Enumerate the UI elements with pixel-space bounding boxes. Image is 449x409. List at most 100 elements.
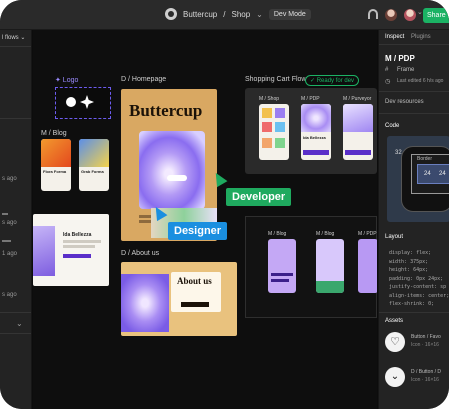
card-image: [79, 139, 109, 167]
radius-value: 32: [395, 150, 402, 156]
code-line: height: 64px;: [389, 267, 429, 273]
divider: [0, 312, 31, 313]
code-line: align-items: center;: [389, 292, 449, 299]
designer-cursor-tag: Designer: [168, 222, 228, 240]
product-image: [275, 108, 285, 118]
about-image: [121, 274, 169, 332]
padding-value: 24: [424, 171, 431, 177]
code-line: justify-content: sp: [389, 284, 447, 290]
frame-icon: #: [385, 67, 389, 73]
asset-item[interactable]: ⌄ D / Button / D Icon · 16×16: [385, 365, 449, 391]
pdp-cta: [303, 150, 329, 155]
dev-mode-toggle[interactable]: Dev Mode: [268, 8, 311, 20]
about-title: About us: [177, 276, 212, 286]
asset-size: Icon · 16×16: [411, 377, 439, 383]
product-image: [275, 122, 285, 132]
frame-label-purveyor[interactable]: M / Purveyor: [343, 96, 371, 102]
layout-code-block[interactable]: display: flex; width: 375px; height: 64p…: [389, 249, 449, 309]
avatar[interactable]: [385, 9, 397, 21]
list-item-time[interactable]: s ago: [2, 176, 17, 182]
list-item-time[interactable]: s ago: [2, 292, 17, 298]
pdp-title: Ida Bellezza: [303, 135, 326, 140]
last-edited: Last edited 6 h/s ago: [397, 78, 444, 84]
homepage-hero-image: [139, 131, 205, 209]
blog-screen[interactable]: [316, 239, 344, 293]
blog-text: [271, 279, 289, 282]
frame-label-pdp-lower[interactable]: M / PDP: [358, 231, 377, 237]
page-name[interactable]: Shop: [231, 10, 250, 19]
card-image: [41, 139, 71, 167]
tab-plugins[interactable]: Plugins: [411, 34, 431, 40]
chevron-down-icon[interactable]: ⌄: [256, 10, 263, 19]
frame-label-shop[interactable]: M / Shop: [259, 96, 279, 102]
flows-dropdown[interactable]: l flows ⌄: [2, 34, 25, 41]
list-item-marker: [2, 213, 8, 215]
clock-icon: ◷: [385, 79, 391, 85]
asset-item[interactable]: ♡ Button / Favo Icon · 16×16: [385, 330, 449, 356]
frame-label-blog[interactable]: M / Blog: [41, 130, 67, 137]
purveyor-screen[interactable]: [343, 104, 373, 160]
card-title: Flora Forma: [43, 169, 67, 174]
frame-label-homepage[interactable]: D / Homepage: [121, 76, 166, 83]
blog-card[interactable]: Grab Forma: [79, 139, 109, 191]
frame-type-label: Frame: [397, 67, 415, 73]
card-title: Grab Forma: [81, 169, 104, 174]
code-line: padding: 0px 24px;: [389, 275, 444, 282]
blog-text: [271, 273, 293, 276]
project-name[interactable]: Buttercup: [183, 10, 217, 19]
logo-frame[interactable]: [55, 87, 111, 119]
box-model-preview: 32 Border 24 24: [387, 136, 449, 222]
tab-inspect[interactable]: Inspect: [385, 34, 404, 40]
blog-footer: [316, 281, 344, 293]
divider: [379, 113, 449, 114]
list-item-time[interactable]: s ago: [2, 220, 17, 226]
shopping-cart-section[interactable]: M / Shop M / PDP M / Purveyor Ida Bellez…: [245, 88, 377, 174]
blog-text: [63, 245, 95, 248]
product-image: [262, 138, 272, 148]
avatar[interactable]: [404, 9, 416, 21]
shop-screen[interactable]: [259, 104, 289, 160]
product-image: [262, 122, 272, 132]
file-breadcrumb[interactable]: Buttercup / Shop ⌄ Dev Mode: [165, 8, 311, 20]
pdp-screen[interactable]: Ida Bellezza: [301, 104, 331, 160]
frame-label-blog-lower[interactable]: M / Blog: [268, 231, 286, 237]
headphones-icon[interactable]: [368, 9, 378, 19]
code-line: display: flex;: [389, 250, 432, 256]
blog-screen[interactable]: [268, 239, 296, 293]
list-item-marker: [2, 240, 11, 242]
inspect-panel: Inspect Plugins M / PDP # Frame ◷ Last e…: [378, 30, 449, 409]
code-line: width: 375px;: [389, 258, 429, 265]
list-item-time[interactable]: 1 ago: [2, 251, 17, 257]
layout-heading: Layout: [385, 234, 404, 240]
app-window: Buttercup / Shop ⌄ Dev Mode ⌄ Share l fl…: [0, 0, 449, 409]
divider: [0, 118, 31, 119]
mobile-flow-section[interactable]: M / Blog M / Blog M / PDP: [245, 216, 377, 318]
project-logo-icon: [165, 8, 177, 20]
border-label: Border: [417, 156, 433, 162]
share-button[interactable]: Share: [423, 8, 449, 23]
blog-frame[interactable]: Ida Bellezza: [33, 214, 109, 286]
frame-label-shopping-cart-flow[interactable]: Shopping Cart Flow: [245, 76, 306, 83]
layers-panel: l flows ⌄ s ago s ago 1 ago s ago ⌄: [0, 30, 32, 409]
blog-hero-image: [33, 226, 55, 276]
logo-icon: [66, 97, 76, 107]
blog-text: [63, 240, 101, 243]
ready-for-dev-badge[interactable]: ✓ Ready for dev: [305, 75, 360, 86]
chevron-down-icon[interactable]: ⌄: [16, 319, 23, 328]
blog-card[interactable]: Flora Forma: [41, 139, 71, 191]
pdp-screen[interactable]: [358, 239, 377, 293]
logo-icon: [80, 95, 94, 109]
frame-label-about[interactable]: D / About us: [121, 250, 159, 257]
top-toolbar: Buttercup / Shop ⌄ Dev Mode ⌄ Share: [0, 0, 449, 30]
about-us-frame[interactable]: About us: [121, 262, 237, 336]
frame-label-blog-lower-2[interactable]: M / Blog: [316, 231, 334, 237]
product-image: [343, 104, 373, 132]
frame-label-logo[interactable]: ✦ Logo: [55, 76, 78, 84]
frame-label-pdp[interactable]: M / PDP: [301, 96, 320, 102]
developer-cursor-tag: Developer: [226, 188, 292, 206]
divider: [379, 44, 449, 45]
chevron-down-icon[interactable]: ⌄: [417, 8, 423, 16]
design-canvas[interactable]: ✦ Logo M / Blog Flora Forma Grab Forma I…: [33, 30, 377, 409]
dev-resources-heading[interactable]: Dev resources: [385, 99, 424, 105]
assets-heading: Assets: [385, 318, 404, 324]
